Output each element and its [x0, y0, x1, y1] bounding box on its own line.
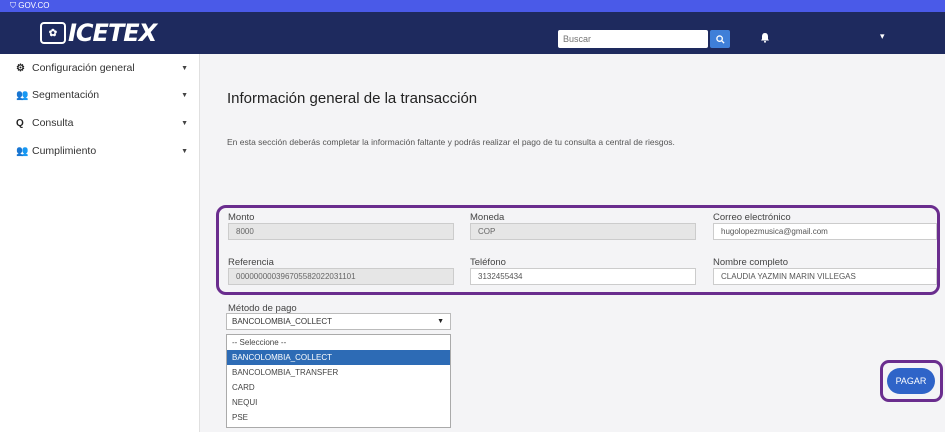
users-icon: 👥 — [16, 89, 29, 101]
sidebar-item-label: Segmentación — [32, 89, 100, 101]
page-description: En esta sección deberás completar la inf… — [227, 137, 675, 147]
moneda-label: Moneda — [470, 212, 505, 223]
chevron-down-icon: ▼ — [181, 91, 188, 99]
referencia-field: 000000000396705582022031101 — [228, 268, 454, 285]
search-button[interactable] — [710, 30, 730, 48]
gov-label: GOV.CO — [18, 1, 50, 10]
logo-text: ICETEX — [68, 19, 157, 47]
chevron-down-icon: ▼ — [437, 318, 444, 325]
referencia-label: Referencia — [228, 257, 274, 268]
dropdown-option[interactable]: -- Seleccione -- — [227, 335, 450, 350]
chevron-down-icon: ▼ — [181, 64, 188, 72]
chevron-down-icon: ▼ — [181, 119, 188, 127]
monto-label: Monto — [228, 212, 255, 223]
sidebar-item-label: Cumplimiento — [32, 145, 97, 157]
payment-method-dropdown: -- Seleccione -- BANCOLOMBIA_COLLECT BAN… — [226, 334, 451, 428]
payment-method-select[interactable]: BANCOLOMBIA_COLLECT ▼ — [226, 313, 451, 330]
gears-icon: ⚙ — [16, 62, 25, 74]
dropdown-option[interactable]: BANCOLOMBIA_COLLECT — [227, 350, 450, 365]
sidebar-item-segmentacion[interactable]: 👥 Segmentación ▼ — [16, 86, 194, 104]
sidebar-item-consulta[interactable]: Q Consulta ▼ — [16, 114, 194, 132]
sidebar: ⚙ Configuración general ▼ 👥 Segmentación… — [0, 54, 200, 432]
pay-button[interactable]: PAGAR — [887, 368, 935, 394]
nombre-field[interactable]: CLAUDIA YAZMIN MARIN VILLEGAS — [713, 268, 937, 285]
email-field[interactable]: hugolopezmusica@gmail.com — [713, 223, 937, 240]
gov-bar[interactable]: ⛉ GOV.CO — [0, 0, 945, 12]
sidebar-item-label: Configuración general — [32, 62, 135, 74]
top-header: ✿ ICETEX ▾ — [0, 12, 945, 54]
correo-label: Correo electrónico — [713, 212, 791, 223]
sidebar-item-cumplimiento[interactable]: 👥 Cumplimiento ▼ — [16, 142, 194, 160]
sidebar-item-configuracion[interactable]: ⚙ Configuración general ▼ — [16, 59, 194, 77]
dropdown-option[interactable]: BANCOLOMBIA_TRANSFER — [227, 365, 450, 380]
dropdown-option[interactable]: NEQUI — [227, 395, 450, 410]
search-input[interactable] — [558, 30, 708, 48]
search-icon — [715, 34, 725, 44]
dropdown-option[interactable]: CARD — [227, 380, 450, 395]
search-icon: Q — [16, 117, 24, 129]
monto-field: 8000 — [228, 223, 454, 240]
telefono-label: Teléfono — [470, 257, 506, 268]
moneda-field: COP — [470, 223, 696, 240]
user-menu-chevron-icon[interactable]: ▾ — [880, 31, 885, 42]
telefono-field[interactable]: 3132455434 — [470, 268, 696, 285]
icetex-logo[interactable]: ✿ ICETEX — [40, 19, 157, 47]
logo-emblem-icon: ✿ — [40, 22, 66, 44]
sidebar-item-label: Consulta — [32, 117, 74, 129]
nombre-label: Nombre completo — [713, 257, 788, 268]
dropdown-option[interactable]: PSE — [227, 410, 450, 425]
page-title: Información general de la transacción — [227, 90, 478, 107]
bell-icon[interactable] — [760, 32, 770, 46]
chevron-down-icon: ▼ — [181, 147, 188, 155]
users-icon: 👥 — [16, 145, 29, 157]
payment-method-selected: BANCOLOMBIA_COLLECT — [232, 317, 333, 326]
gov-shield-icon: ⛉ — [10, 1, 19, 10]
